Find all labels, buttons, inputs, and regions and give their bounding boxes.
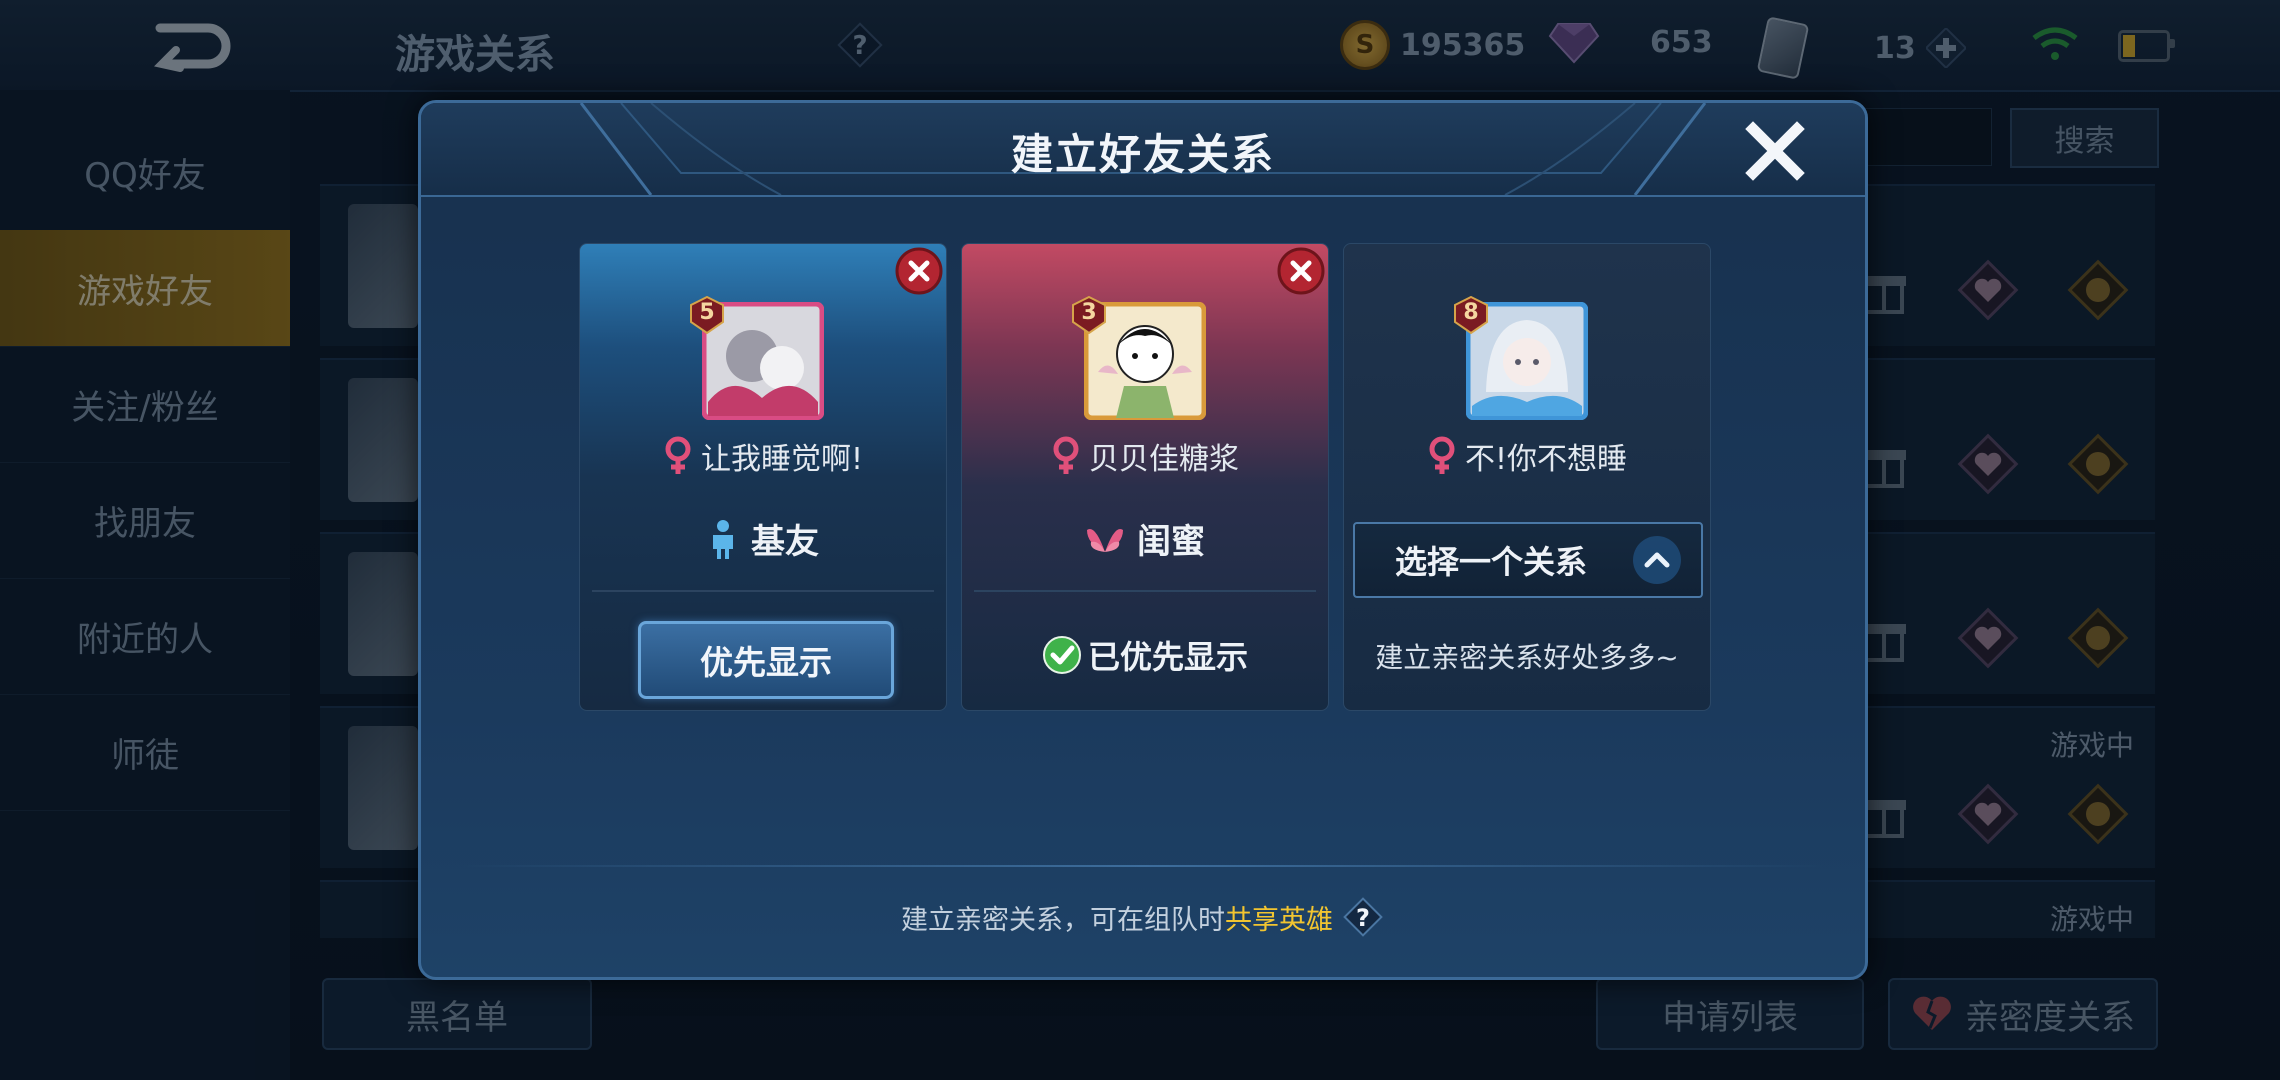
- female-icon: [1053, 436, 1079, 474]
- help-icon[interactable]: ?: [1341, 895, 1385, 939]
- relationship-modal: 建立好友关系 5 让我睡觉啊! 基友 优先显示 3 贝贝佳糖浆 闺蜜 已优先显示…: [418, 100, 1868, 980]
- relationship-label: 基友: [751, 522, 819, 562]
- check-icon: [1042, 636, 1081, 674]
- butterfly-icon: [1087, 528, 1123, 552]
- relationship-select-label: 选择一个关系: [1395, 543, 1588, 581]
- relationship-row: 基友: [580, 514, 946, 563]
- remove-icon[interactable]: [894, 246, 944, 296]
- footer-note-highlight: 共享英雄: [1225, 904, 1333, 936]
- remove-icon[interactable]: [1276, 246, 1326, 296]
- footer-note: 建立亲密关系，可在组队时 共享英雄 ?: [421, 895, 1865, 939]
- person-icon: [713, 519, 733, 559]
- benefit-text: 建立亲密关系好处多多~: [1375, 641, 1679, 674]
- player-name: 贝贝佳糖浆: [1089, 442, 1239, 477]
- friend-card: 5 让我睡觉啊! 基友 优先显示: [579, 243, 947, 711]
- footer-note-text: 建立亲密关系，可在组队时: [901, 904, 1225, 936]
- divider: [592, 590, 934, 592]
- priority-status-label: 已优先显示: [1087, 638, 1248, 676]
- friend-card: 3 贝贝佳糖浆 闺蜜 已优先显示: [961, 243, 1329, 711]
- svg-text:?: ?: [1356, 904, 1370, 932]
- female-icon: [665, 436, 691, 474]
- divider: [461, 865, 1825, 867]
- female-icon: [1429, 436, 1455, 474]
- priority-display-button[interactable]: 优先显示: [638, 621, 894, 699]
- modal-title: 建立好友关系: [1010, 130, 1275, 179]
- modal-header: 建立好友关系: [421, 103, 1865, 197]
- chevron-up-icon[interactable]: [1629, 532, 1685, 588]
- player-name-row: 贝贝佳糖浆: [962, 434, 1328, 478]
- player-name-row: 不!你不想睡: [1344, 434, 1710, 478]
- level-number: 8: [1463, 300, 1479, 325]
- level-number: 3: [1081, 300, 1097, 325]
- close-icon[interactable]: [1743, 119, 1807, 183]
- relationship-row: 闺蜜: [962, 514, 1328, 563]
- avatar[interactable]: 5: [688, 296, 838, 426]
- relationship-select[interactable]: 选择一个关系: [1353, 522, 1703, 598]
- player-name-row: 让我睡觉啊!: [580, 434, 946, 478]
- divider: [974, 590, 1316, 592]
- player-name: 让我睡觉啊!: [700, 442, 864, 477]
- level-number: 5: [699, 300, 715, 325]
- friend-card: 8 不!你不想睡 选择一个关系 建立亲密关系好处多多~: [1343, 243, 1711, 711]
- avatar[interactable]: 3: [1070, 296, 1220, 426]
- avatar[interactable]: 8: [1452, 296, 1602, 426]
- relationship-label: 闺蜜: [1137, 522, 1205, 562]
- player-name: 不!你不想睡: [1464, 442, 1628, 477]
- priority-status: 已优先显示: [962, 632, 1328, 678]
